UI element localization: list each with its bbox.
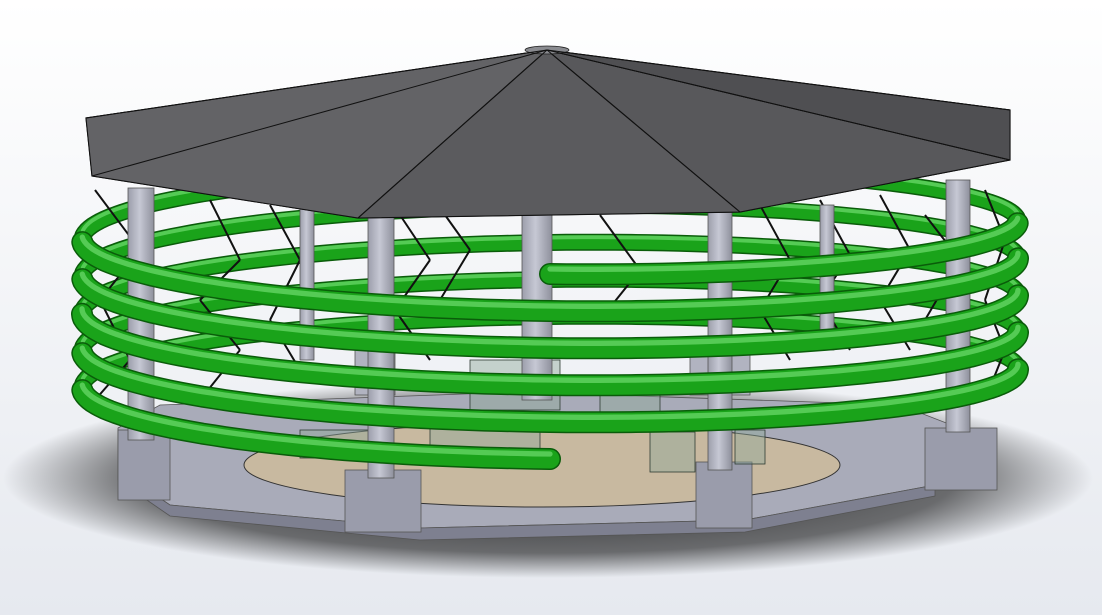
cad-viewport[interactable] xyxy=(0,0,1102,615)
column xyxy=(819,204,835,351)
footing xyxy=(117,429,171,501)
glass-tank xyxy=(649,431,696,473)
glass-tank xyxy=(734,429,766,465)
gazebo-spiral-model xyxy=(0,0,1102,615)
footing xyxy=(344,469,422,533)
footing xyxy=(695,461,753,529)
footing xyxy=(924,427,998,491)
